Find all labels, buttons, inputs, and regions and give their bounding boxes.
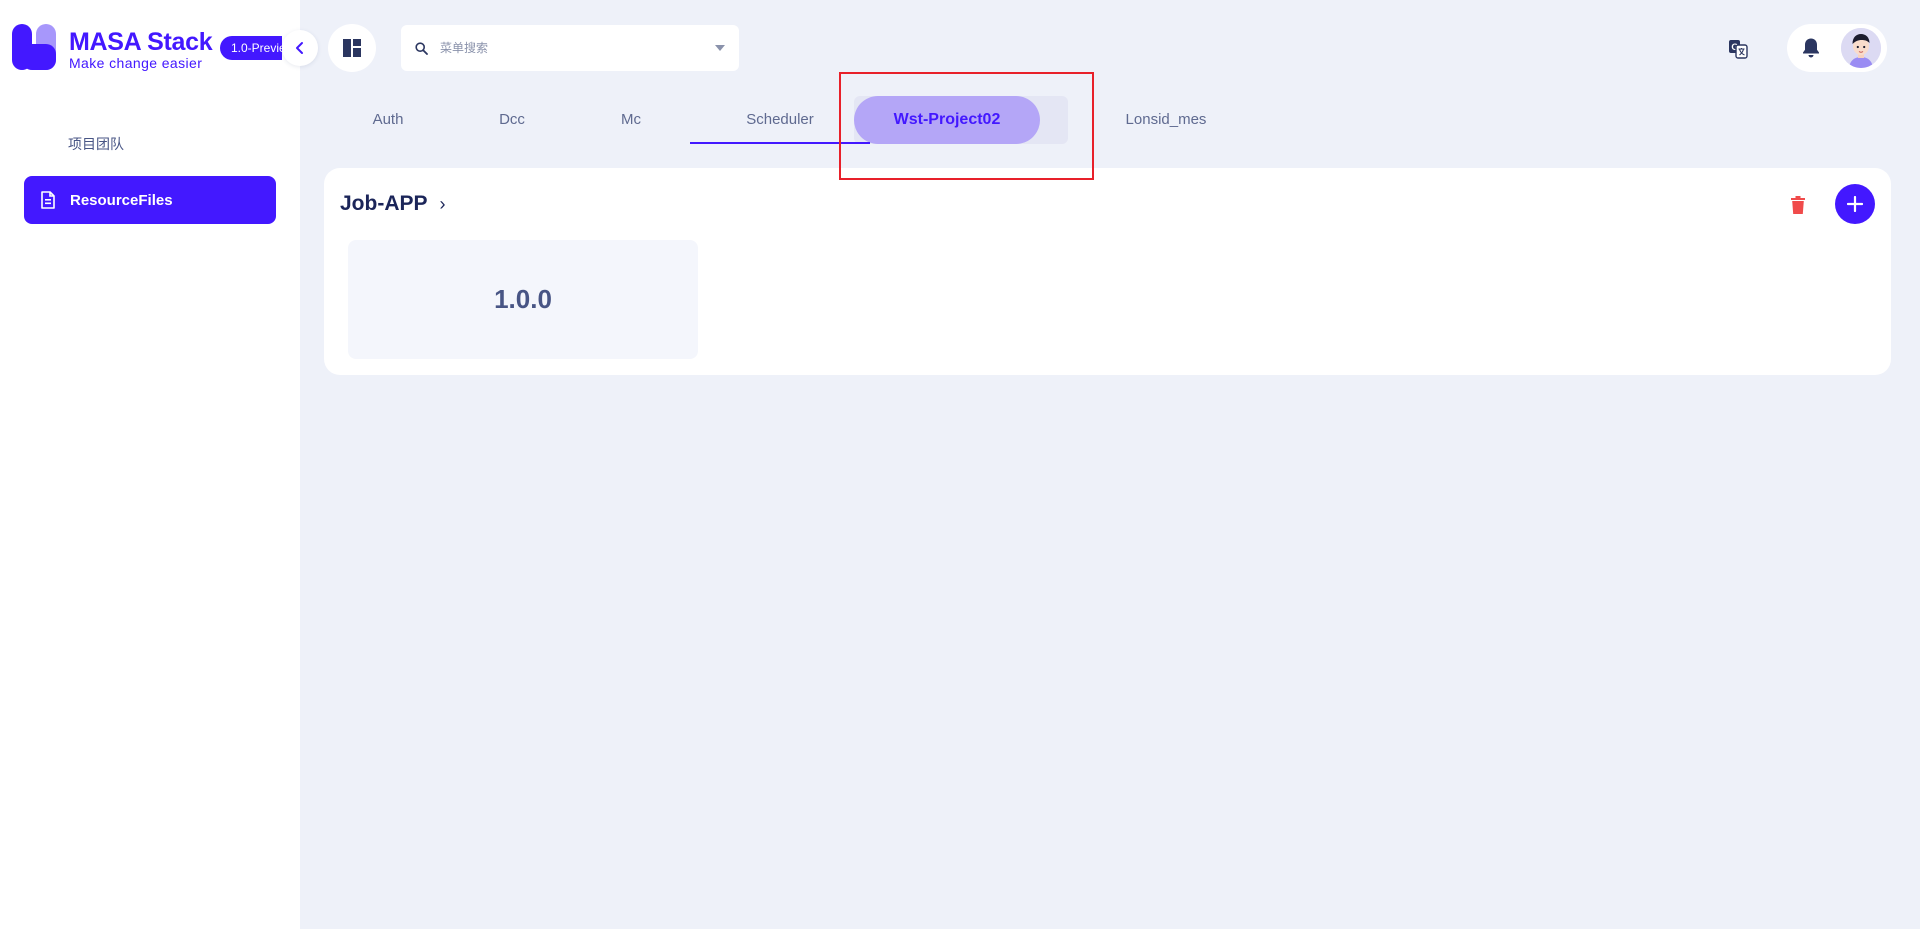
tab-wst-project02[interactable]: Wst-Project02 xyxy=(854,96,1040,144)
search-input[interactable] xyxy=(438,40,715,56)
apps-grid-icon xyxy=(343,39,361,57)
brand-tagline: Make change easier xyxy=(69,55,203,71)
search-icon xyxy=(415,41,428,55)
tab-mc[interactable]: Mc xyxy=(563,96,699,144)
collapse-sidebar-button[interactable] xyxy=(282,30,318,66)
translate-icon: G xyxy=(1729,40,1748,59)
add-version-button[interactable] xyxy=(1835,184,1875,224)
language-button[interactable]: G xyxy=(1724,35,1752,63)
brand-logo[interactable]: MASA Stack Make change easier xyxy=(12,24,232,72)
app-card: Job-APP › 1.0.0 xyxy=(324,168,1891,375)
version-badge: 1.0-Preview xyxy=(220,36,282,60)
brand-title: MASA Stack xyxy=(69,28,213,56)
nav-group-project-team[interactable]: 项目团队 xyxy=(68,134,124,154)
caret-down-icon[interactable] xyxy=(715,45,725,51)
apps-button[interactable] xyxy=(328,24,376,72)
sidebar: MASA Stack Make change easier 1.0-Previe… xyxy=(0,0,300,929)
chevron-right-icon: › xyxy=(439,193,446,214)
delete-button[interactable] xyxy=(1786,190,1810,220)
bell-icon xyxy=(1803,38,1819,58)
user-avatar[interactable] xyxy=(1841,28,1881,68)
app-title: Job-APP xyxy=(340,192,428,215)
chevron-left-icon xyxy=(296,42,303,54)
tab-auth[interactable]: Auth xyxy=(320,96,456,144)
sidebar-item-resourcefiles[interactable]: ResourceFiles xyxy=(24,176,276,224)
tab-active-indicator xyxy=(690,142,870,144)
avatar-image xyxy=(1841,28,1881,68)
menu-search[interactable] xyxy=(401,25,739,71)
notifications-button[interactable] xyxy=(1798,33,1824,63)
plus-icon xyxy=(1847,196,1863,212)
trash-icon xyxy=(1791,196,1805,214)
app-title-link[interactable]: Job-APP › xyxy=(340,192,446,216)
file-document-icon xyxy=(41,191,55,209)
tab-dcc[interactable]: Dcc xyxy=(444,96,580,144)
masa-logo-icon xyxy=(12,24,56,70)
tab-scheduler[interactable]: Scheduler xyxy=(690,96,870,144)
sidebar-item-label: ResourceFiles xyxy=(70,191,173,209)
tab-lonsid-mes[interactable]: Lonsid_mes xyxy=(1086,96,1246,144)
version-card[interactable]: 1.0.0 xyxy=(348,240,698,359)
